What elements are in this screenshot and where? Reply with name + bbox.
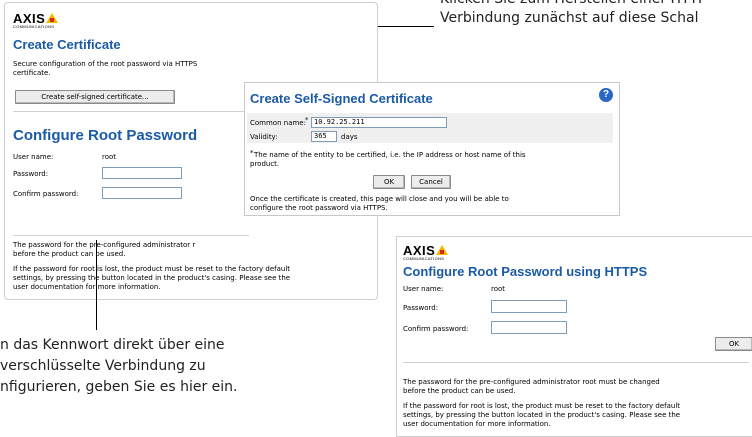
https-confirm-password-label: Confirm password: [403,325,469,333]
axis-logo-triangle-icon [46,13,59,23]
callout-bottom-leader [96,240,97,330]
https-password-label: Password: [403,304,439,312]
https-password-input[interactable] [491,300,567,313]
cert-desc-line1: Secure configuration of the root passwor… [13,60,198,68]
dialog-cancel-button[interactable]: Cancel [411,175,451,189]
cert-desc-line2: certificate. [13,69,51,77]
help-icon[interactable]: ? [599,88,613,102]
password-input[interactable] [102,167,182,179]
divider [13,111,249,112]
https-note2-line2: settings, by pressing the button located… [403,411,681,419]
password-label: Password: [13,170,49,178]
footnote-line2: product. [250,160,280,168]
axis-logo: AXIS COMMUNICATIONS [13,11,59,29]
https-ok-button[interactable]: OK [715,337,752,351]
https-configure-title: Configure Root Password using HTTPS [403,264,648,279]
dialog-title: Create Self-Signed Certificate [250,91,433,106]
https-note1-line2: before the product can be used. [403,387,516,395]
note2-line1: If the password for root is lost, the pr… [13,265,291,273]
note2-line2: settings, by pressing the button located… [13,274,291,282]
https-note2-line3: user documentation for more information. [403,420,551,428]
user-name-value: root [102,153,117,161]
note1-line2: before the product can be used. [13,250,126,258]
callout-bottom-line2: verschlüsselte Verbindung zu [0,358,206,374]
https-user-name-value: root [491,285,506,293]
dialog-info-line2: configure the root password via HTTPS. [250,204,388,212]
footnote-asterisk: * [250,149,254,157]
validity-label: Validity: [250,133,278,141]
dialog-info-line1: Once the certificate is created, this pa… [250,195,509,203]
configure-root-password-title: Configure Root Password [13,127,198,144]
footnote-line1: The name of the entity to be certified, … [254,151,526,159]
window-configure-root-password-https: AXIS COMMUNICATIONS Configure Root Passw… [396,236,752,437]
https-confirm-password-input[interactable] [491,321,567,334]
create-certificate-title: Create Certificate [13,37,121,52]
divider [13,235,249,236]
required-asterisk: * [305,116,309,124]
https-note2-line1: If the password for root is lost, the pr… [403,402,681,410]
note1-line1: The password for the pre-configured admi… [13,241,196,249]
https-user-name-label: User name: [403,285,444,293]
note2-line3: user documentation for more information. [13,283,161,291]
confirm-password-input[interactable] [102,187,182,199]
validity-unit: days [341,133,358,141]
axis-logo: AXIS COMMUNICATIONS [403,243,449,261]
create-self-signed-certificate-button[interactable]: Create self-signed certificate... [15,90,175,104]
user-name-label: User name: [13,153,54,161]
axis-logo-triangle-icon [436,245,449,255]
confirm-password-label: Confirm password: [13,190,79,198]
callout-bottom-line3: nfigurieren, geben Sie es hier ein. [0,379,238,395]
common-name-input[interactable]: 10.92.25.211 [311,117,447,128]
common-name-label: Common name: [250,119,306,127]
callout-top-line2: Verbindung zunächst auf diese Schal [440,10,699,26]
dialog-ok-button[interactable]: OK [373,175,405,189]
https-note1-line1: The password for the pre-configured admi… [403,378,660,386]
divider [403,362,749,363]
validity-input[interactable]: 365 [311,131,337,142]
dialog-create-self-signed-certificate: Create Self-Signed Certificate ? Common … [244,82,620,216]
callout-bottom-line1: n das Kennwort direkt über eine [0,337,225,353]
